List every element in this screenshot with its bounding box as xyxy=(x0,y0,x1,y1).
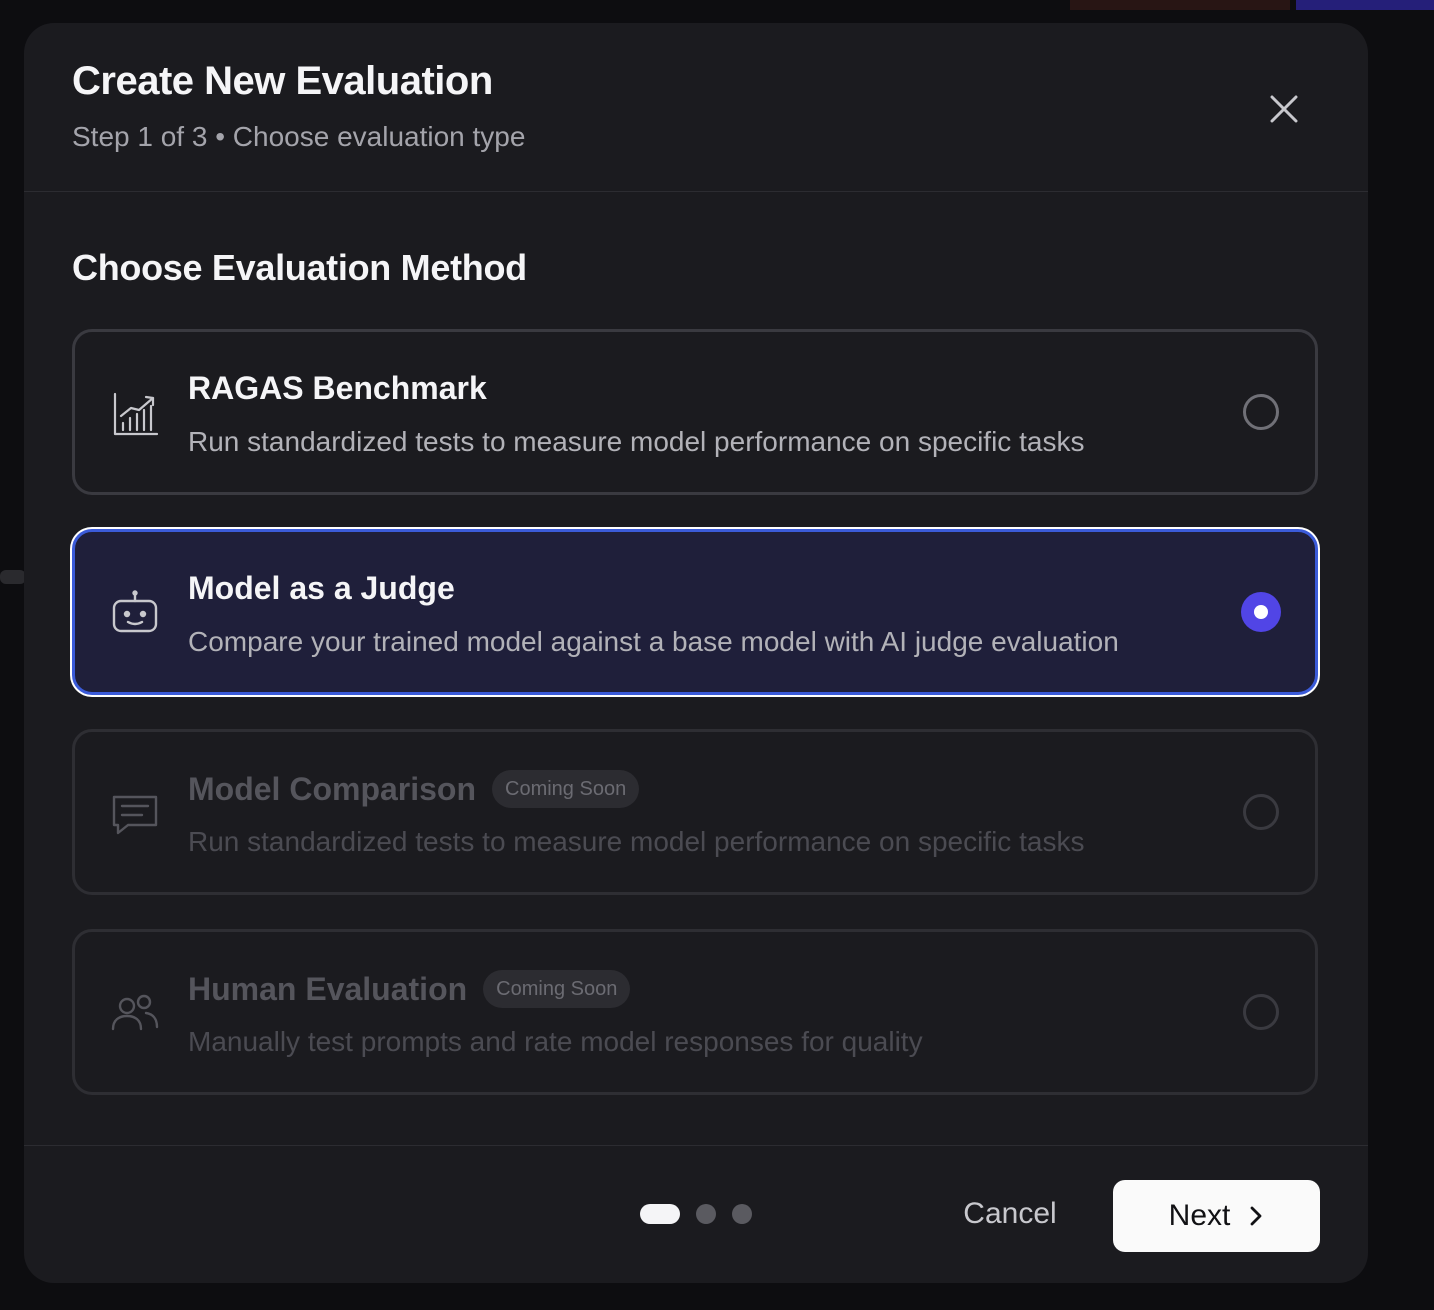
option-title-row: Human Evaluation Coming Soon xyxy=(188,970,631,1008)
option-description: Run standardized tests to measure model … xyxy=(188,826,1085,857)
radio-button[interactable] xyxy=(1243,394,1279,430)
modal-subtitle: Step 1 of 3 • Choose evaluation type xyxy=(72,121,526,152)
option-title: Model Comparison xyxy=(188,770,477,807)
step-dot xyxy=(696,1204,716,1224)
option-model-comparison: Model Comparison Coming Soon Run standar… xyxy=(72,729,1318,895)
modal-header: Create New Evaluation Step 1 of 3 • Choo… xyxy=(24,23,1368,192)
coming-soon-badge: Coming Soon xyxy=(492,770,640,808)
section-title: Choose Evaluation Method xyxy=(72,247,527,288)
close-icon xyxy=(1270,95,1298,123)
chevron-right-icon xyxy=(1250,1206,1262,1226)
option-human-evaluation: Human Evaluation Coming Soon Manually te… xyxy=(72,929,1318,1095)
option-title: Human Evaluation xyxy=(188,970,468,1007)
next-button[interactable]: Next xyxy=(1113,1180,1320,1252)
modal-title: Create New Evaluation xyxy=(72,59,493,103)
option-description: Compare your trained model against a bas… xyxy=(188,626,1119,657)
backdrop-element xyxy=(0,570,26,584)
cancel-button[interactable]: Cancel xyxy=(944,1182,1076,1246)
step-indicator xyxy=(640,1204,752,1224)
modal-footer: Cancel Next xyxy=(24,1145,1368,1283)
option-title-row: Model as a Judge xyxy=(188,570,455,607)
chart-icon xyxy=(109,388,161,440)
option-title: RAGAS Benchmark xyxy=(188,370,487,406)
radio-button-checked[interactable] xyxy=(1241,592,1281,632)
coming-soon-badge: Coming Soon xyxy=(483,970,631,1008)
radio-button xyxy=(1243,794,1279,830)
create-evaluation-modal: Create New Evaluation Step 1 of 3 • Choo… xyxy=(24,23,1368,1283)
option-title-row: RAGAS Benchmark xyxy=(188,370,487,407)
radio-button xyxy=(1243,994,1279,1030)
backdrop-accent xyxy=(1296,0,1434,10)
option-title-row: Model Comparison Coming Soon xyxy=(188,770,640,808)
users-icon xyxy=(109,988,161,1040)
robot-icon xyxy=(109,588,161,640)
radio-dot xyxy=(1254,605,1268,619)
option-ragas-benchmark[interactable]: RAGAS Benchmark Run standardized tests t… xyxy=(72,329,1318,495)
close-button[interactable] xyxy=(1260,85,1308,133)
option-model-as-judge[interactable]: Model as a Judge Compare your trained mo… xyxy=(72,529,1318,695)
option-title: Model as a Judge xyxy=(188,570,455,606)
message-icon xyxy=(109,788,161,840)
next-button-label: Next xyxy=(1168,1199,1231,1232)
step-dot xyxy=(732,1204,752,1224)
option-description: Run standardized tests to measure model … xyxy=(188,426,1085,457)
step-dot-active xyxy=(640,1204,680,1224)
backdrop-accent-dark xyxy=(1070,0,1290,10)
option-description: Manually test prompts and rate model res… xyxy=(188,1026,923,1057)
